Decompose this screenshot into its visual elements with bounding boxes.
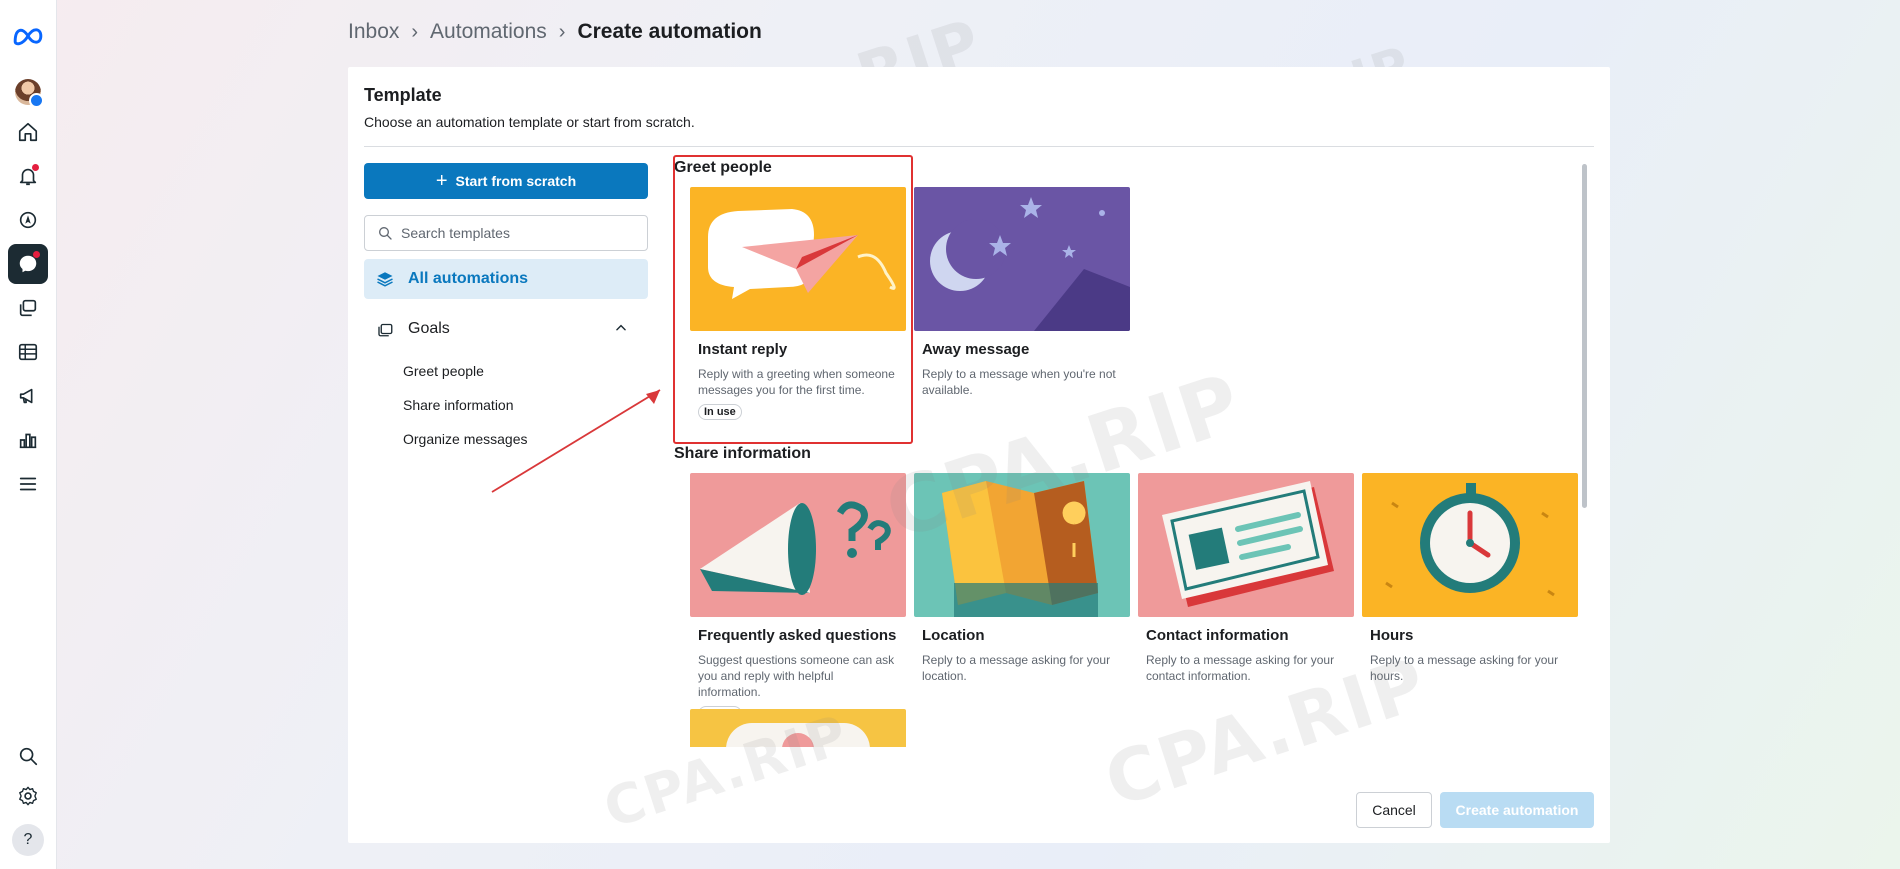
contact-illustration <box>1138 473 1354 617</box>
goals-icon <box>378 323 393 337</box>
card-title: Contact information <box>1146 627 1289 644</box>
card-title: Frequently asked questions <box>698 627 897 644</box>
card-description: Reply to a message when you're not avail… <box>922 367 1116 397</box>
message-dot <box>33 251 40 258</box>
card-description: Reply to a message asking for your hours… <box>1370 653 1559 683</box>
card-description: Suggest questions someone can ask you an… <box>698 653 895 699</box>
card-title: Location <box>922 627 985 644</box>
chevron-right-icon: › <box>411 20 419 43</box>
hours-illustration <box>1362 473 1578 617</box>
search-icon <box>379 227 392 240</box>
section-share-information: Share information <box>674 445 811 462</box>
in-use-badge: In use <box>698 404 742 420</box>
chevron-up-icon <box>616 324 626 331</box>
panel-subtitle: Choose an automation template or start f… <box>364 114 695 130</box>
search-templates-input[interactable] <box>401 225 631 241</box>
card-faq[interactable]: Frequently asked questions Suggest quest… <box>690 473 906 722</box>
account-avatar[interactable] <box>8 72 48 112</box>
meta-logo-icon[interactable] <box>8 16 48 56</box>
faq-illustration <box>690 473 906 617</box>
instant-reply-illustration <box>690 187 906 331</box>
card-title: Hours <box>1370 627 1414 644</box>
notification-dot <box>32 164 39 171</box>
page-title: Create automation <box>577 20 762 43</box>
card-description: Reply with a greeting when someone messa… <box>698 367 895 397</box>
cancel-button[interactable]: Cancel <box>1356 792 1432 828</box>
section-greet-people: Greet people <box>674 159 772 176</box>
scrollbar[interactable] <box>1582 164 1587 508</box>
goal-greet-people[interactable]: Greet people <box>403 363 484 379</box>
home-icon[interactable] <box>8 112 48 152</box>
card-away-message[interactable]: Away message Reply to a message when you… <box>914 187 1130 398</box>
goals-label: Goals <box>408 320 450 337</box>
card-partial[interactable] <box>690 709 906 747</box>
card-description: Reply to a message asking for your locat… <box>922 653 1111 683</box>
layers-stack-icon <box>377 272 393 287</box>
panel-title: Template <box>364 85 442 105</box>
card-instant-reply[interactable]: Instant reply Reply with a greeting when… <box>690 187 906 420</box>
help-icon[interactable]: ? <box>8 820 48 860</box>
card-title: Away message <box>922 341 1030 358</box>
bell-icon[interactable] <box>8 156 48 196</box>
gear-icon[interactable] <box>8 776 48 816</box>
avatar <box>15 79 44 108</box>
breadcrumb-inbox[interactable]: Inbox <box>348 20 399 44</box>
plus-icon: + <box>435 170 448 192</box>
compass-icon[interactable] <box>8 200 48 240</box>
table-icon[interactable] <box>8 332 48 372</box>
card-location[interactable]: Location Reply to a message asking for y… <box>914 473 1130 684</box>
annotation-arrow-icon <box>491 389 661 493</box>
breadcrumb: Inbox › Automations › Create automation <box>348 20 762 44</box>
card-title: Instant reply <box>698 341 788 358</box>
template-list: Greet people Instant reply Reply with a … <box>674 147 1598 747</box>
all-automations-item[interactable]: All automations <box>364 259 648 299</box>
location-illustration <box>914 473 1130 617</box>
start-from-scratch-label: Start from scratch <box>455 173 577 189</box>
chart-icon[interactable] <box>8 420 48 460</box>
goals-toggle[interactable]: Goals <box>364 313 648 345</box>
start-from-scratch-button[interactable]: + Start from scratch <box>364 163 648 199</box>
card-contact-information[interactable]: Contact information Reply to a message a… <box>1138 473 1354 684</box>
card-description: Reply to a message asking for your conta… <box>1146 653 1335 683</box>
menu-icon[interactable] <box>8 464 48 504</box>
breadcrumb-automations[interactable]: Automations <box>430 20 547 44</box>
all-automations-label: All automations <box>408 270 529 287</box>
layers-icon[interactable] <box>8 288 48 328</box>
card-hours[interactable]: Hours Reply to a message asking for your… <box>1362 473 1578 684</box>
search-templates <box>364 215 648 251</box>
away-message-illustration <box>914 187 1130 331</box>
chevron-right-icon: › <box>558 20 566 43</box>
create-automation-button[interactable]: Create automation <box>1440 792 1594 828</box>
partial-illustration <box>690 709 906 747</box>
megaphone-icon[interactable] <box>8 376 48 416</box>
messenger-icon[interactable] <box>8 244 48 284</box>
left-rail: ? <box>0 0 57 869</box>
search-icon[interactable] <box>8 736 48 776</box>
